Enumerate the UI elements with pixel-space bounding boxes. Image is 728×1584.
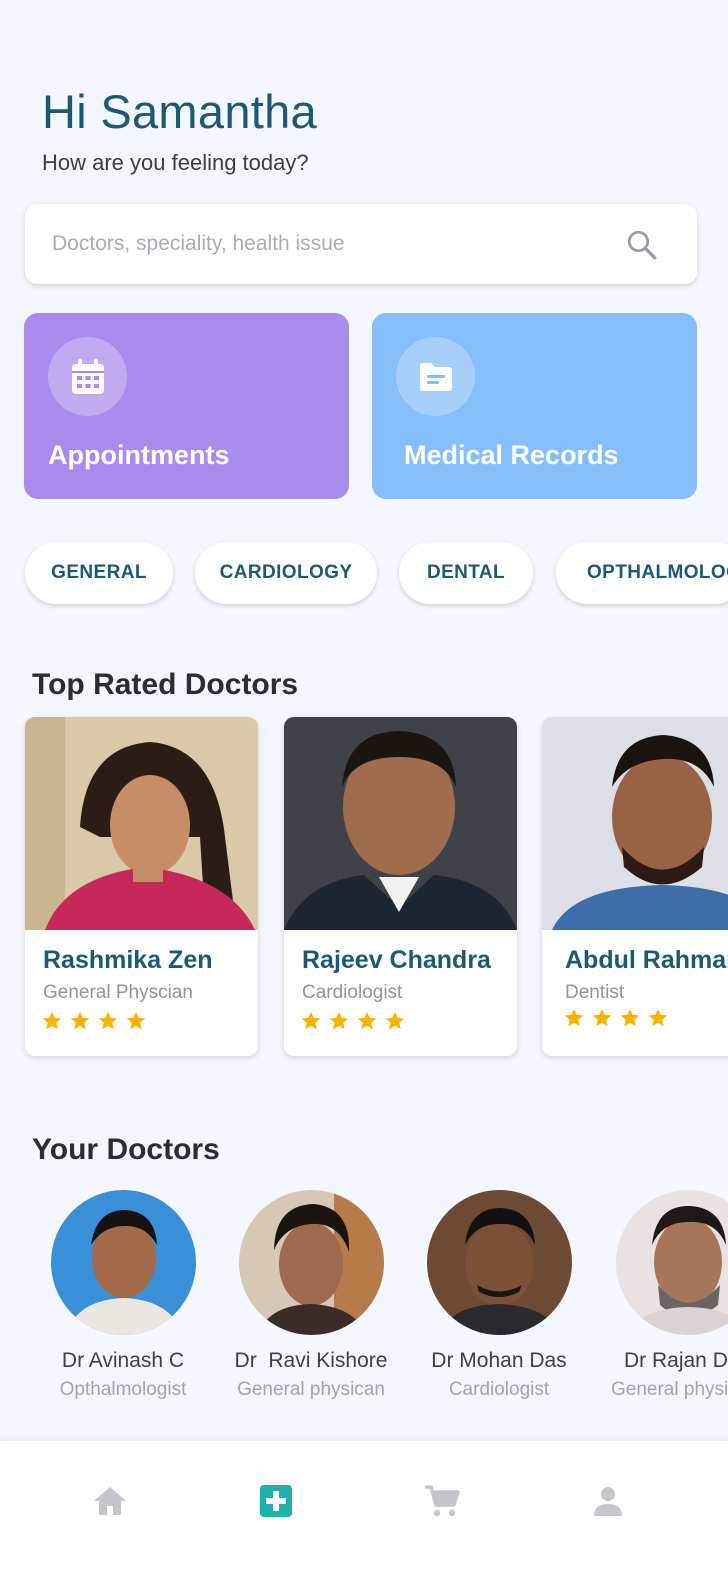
- doctor-name: Dr Avinash C: [61, 1349, 185, 1372]
- search-bar[interactable]: [25, 204, 697, 284]
- doctor-speciality: General physican: [611, 1379, 728, 1400]
- rating-stars: [563, 1007, 669, 1029]
- your-doctor-avinash[interactable]: Dr Avinash C Opthalmologist: [28, 1190, 218, 1401]
- medical-cross-icon: [260, 1485, 292, 1517]
- nav-medical[interactable]: [246, 1471, 306, 1531]
- your-doctor-mohan[interactable]: Dr Mohan Das Cardiologist: [404, 1190, 594, 1401]
- star-icon: [98, 1011, 118, 1030]
- avatar: [238, 1190, 384, 1335]
- search-icon[interactable]: [625, 228, 659, 262]
- doctor-speciality: General Physcian: [43, 982, 193, 1003]
- star-icon: [329, 1011, 349, 1030]
- your-doctor-ravi[interactable]: Dr Ravi Kishore General physican: [216, 1190, 406, 1401]
- appointments-tile[interactable]: Appointments: [24, 313, 349, 499]
- doctor-speciality: Cardiologist: [448, 1379, 550, 1400]
- rating-stars: [300, 1010, 406, 1032]
- star-icon: [301, 1011, 321, 1030]
- doctor-speciality: General physican: [237, 1379, 385, 1400]
- doctor-name: Dr Rajan D: [624, 1349, 728, 1372]
- chip-general[interactable]: GENERAL: [25, 542, 173, 604]
- doctor-card-rajeev[interactable]: Rajeev Chandra Cardiologist: [284, 717, 517, 1056]
- appointments-label: Appointments: [48, 440, 230, 470]
- doctor-card-abdul[interactable]: Abdul Rahman Dentist: [542, 717, 728, 1056]
- search-input[interactable]: [52, 224, 612, 264]
- medical-records-tile[interactable]: Medical Records: [372, 313, 697, 499]
- folder-icon: [419, 362, 452, 391]
- rating-stars: [41, 1010, 147, 1032]
- your-doctors-title: Your Doctors: [32, 1133, 220, 1166]
- nav-profile[interactable]: [578, 1471, 638, 1531]
- star-icon: [357, 1011, 377, 1030]
- nav-home[interactable]: [80, 1471, 140, 1531]
- doctor-photo: [284, 717, 517, 930]
- star-icon: [70, 1011, 90, 1030]
- doctor-speciality: Cardiologist: [302, 982, 403, 1003]
- doctor-name: Dr Ravi Kishore: [234, 1349, 388, 1372]
- doctor-speciality: Opthalmologist: [59, 1379, 187, 1400]
- star-icon: [42, 1011, 62, 1030]
- doctor-photo: [25, 717, 258, 930]
- avatar: [50, 1190, 196, 1335]
- nav-cart[interactable]: [412, 1471, 472, 1531]
- doctor-name: Rashmika Zen: [43, 946, 213, 974]
- home-screen: Hi Samantha How are you feeling today? D…: [0, 0, 728, 1584]
- avatar: [426, 1190, 572, 1335]
- doctor-name: Rajeev Chandra: [302, 946, 491, 974]
- your-doctor-rajan[interactable]: Dr Rajan D General physican: [592, 1190, 728, 1401]
- doctor-name: Abdul Rahman: [565, 946, 728, 974]
- greeting-subtitle: How are you feeling today?: [42, 150, 309, 175]
- chip-opthalmology[interactable]: OPTHALMOLOGY: [556, 542, 728, 604]
- star-icon: [620, 1008, 640, 1027]
- medical-records-label: Medical Records: [404, 440, 619, 470]
- home-icon: [94, 1487, 126, 1515]
- top-rated-title: Top Rated Doctors: [32, 668, 299, 701]
- bottom-nav: [0, 1441, 728, 1584]
- calendar-icon: [71, 358, 104, 394]
- medical-records-icon-circle: [396, 337, 475, 416]
- cart-icon: [425, 1485, 460, 1517]
- doctor-speciality: Dentist: [565, 982, 625, 1003]
- chip-dental[interactable]: DENTAL: [399, 542, 533, 604]
- doctor-name: Dr Mohan Das: [431, 1349, 567, 1372]
- profile-icon: [594, 1487, 622, 1516]
- greeting-title: Hi Samantha: [42, 85, 317, 138]
- star-icon: [564, 1008, 584, 1027]
- doctor-photo: [542, 717, 728, 930]
- avatar: [616, 1190, 728, 1335]
- doctor-card-rashmika[interactable]: Rashmika Zen General Physcian: [25, 717, 258, 1056]
- appointments-icon-circle: [48, 337, 127, 416]
- star-icon: [648, 1008, 668, 1027]
- star-icon: [592, 1008, 612, 1027]
- star-icon: [385, 1011, 405, 1030]
- star-icon: [126, 1011, 146, 1030]
- chip-cardiology[interactable]: CARDIOLOGY: [195, 542, 377, 604]
